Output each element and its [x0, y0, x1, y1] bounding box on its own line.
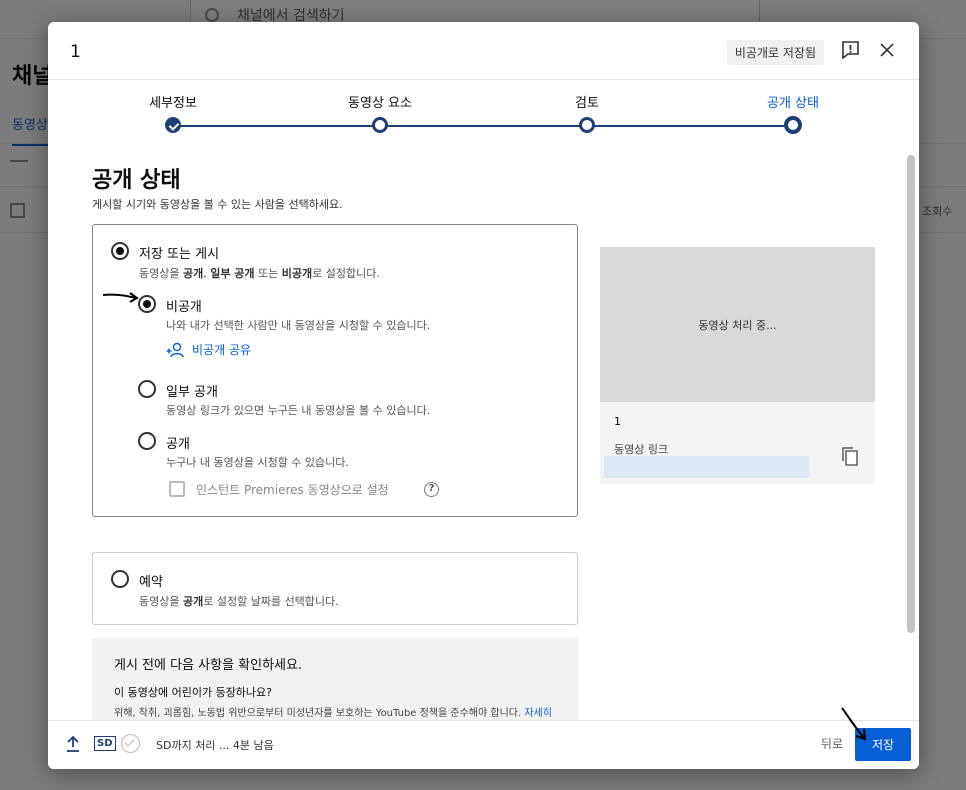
save-or-publish-label: 저장 또는 게시 [139, 247, 220, 262]
checks-complete-icon [121, 734, 140, 753]
upload-icon[interactable] [66, 736, 80, 752]
checklist-question: 이 동영상에 어린이가 등장하나요? [114, 686, 273, 699]
video-link-label: 동영상 링크 [614, 443, 669, 456]
save-or-publish-card: 저장 또는 게시 동영상을 공개, 일부 공개 또는 비공개로 설정합니다. 비… [92, 224, 578, 517]
dialog-title: 1 [70, 42, 81, 62]
help-icon[interactable]: ? [424, 482, 439, 497]
unlisted-radio[interactable] [138, 380, 156, 398]
save-or-publish-radio[interactable] [111, 242, 129, 260]
stepper-line [173, 125, 793, 127]
private-radio[interactable] [138, 295, 156, 313]
pre-publish-checklist: 게시 전에 다음 사항을 확인하세요. 이 동영상에 어린이가 등장하나요? 위… [92, 638, 578, 720]
video-name: 1 [614, 415, 621, 428]
private-share-button[interactable]: 비공개 공유 [166, 341, 251, 358]
add-person-icon [166, 342, 184, 357]
video-preview-card: 동영상 처리 중... 1 동영상 링크 [600, 247, 875, 484]
schedule-card: 예약 동영상을 공개로 설정할 날짜를 선택합니다. [92, 552, 578, 625]
private-label: 비공개 [166, 300, 202, 315]
visibility-title: 공개 상태 [92, 168, 181, 193]
save-or-publish-desc: 동영상을 공개, 일부 공개 또는 비공개로 설정합니다. [139, 267, 380, 280]
step-visibility-dot[interactable] [784, 116, 802, 134]
step-video-elements-label[interactable]: 동영상 요소 [348, 92, 412, 111]
public-radio[interactable] [138, 432, 156, 450]
checklist-text: 위해, 착취, 괴롭힘, 노동법 위반으로부터 미성년자를 보호하는 YouTu… [114, 706, 554, 720]
unlisted-label: 일부 공개 [166, 385, 218, 400]
checklist-title: 게시 전에 다음 사항을 확인하세요. [114, 658, 303, 673]
video-link-field[interactable] [604, 456, 809, 478]
upload-dialog: 1 비공개로 저장됨 세부정보 동영상 요소 검토 공개 상태 공개 상태 게시… [48, 22, 919, 769]
public-label: 공개 [166, 437, 190, 452]
step-review-dot[interactable] [579, 117, 595, 133]
video-thumbnail: 동영상 처리 중... [600, 247, 875, 402]
close-icon[interactable] [879, 42, 895, 58]
private-desc: 나와 내가 선택한 사람만 내 동영상을 시청할 수 있습니다. [166, 319, 431, 332]
instant-premiere-label: 인스턴트 Premieres 동영상으로 설정 [196, 483, 389, 497]
public-desc: 누구나 내 동영상을 시청할 수 있습니다. [166, 456, 349, 469]
step-review-label[interactable]: 검토 [575, 92, 599, 111]
step-video-elements-dot[interactable] [372, 117, 388, 133]
schedule-label: 예약 [139, 575, 163, 590]
step-details-label[interactable]: 세부정보 [149, 92, 197, 111]
instant-premiere-checkbox[interactable] [169, 481, 185, 497]
sd-badge-icon: SD [94, 736, 116, 751]
dialog-header: 1 비공개로 저장됨 [48, 22, 919, 80]
unlisted-desc: 동영상 링크가 있으면 누구든 내 동영상을 볼 수 있습니다. [166, 404, 431, 417]
annotation-arrow-icon [841, 707, 867, 741]
processing-text: 동영상 처리 중... [698, 318, 777, 332]
scrollbar[interactable] [907, 155, 915, 633]
processing-status: SD까지 처리 ... 4분 남음 [156, 739, 274, 752]
visibility-subtitle: 게시할 시기와 동영상을 볼 수 있는 사람을 선택하세요. [92, 198, 343, 211]
schedule-radio[interactable] [111, 570, 129, 588]
upload-stepper: 세부정보 동영상 요소 검토 공개 상태 [48, 80, 919, 142]
copy-icon[interactable] [842, 447, 858, 466]
saved-status-badge: 비공개로 저장됨 [726, 40, 824, 65]
schedule-desc: 동영상을 공개로 설정할 날짜를 선택합니다. [139, 595, 339, 608]
dialog-footer: SD SD까지 처리 ... 4분 남음 뒤로 저장 [48, 720, 919, 769]
report-icon[interactable] [842, 41, 859, 59]
private-share-label: 비공개 공유 [192, 343, 252, 357]
step-visibility-label[interactable]: 공개 상태 [767, 92, 819, 111]
dialog-content: 공개 상태 게시할 시기와 동영상을 볼 수 있는 사람을 선택하세요. 저장 … [48, 144, 919, 720]
step-details-check-icon[interactable] [165, 117, 181, 133]
annotation-arrow-icon [102, 292, 139, 303]
